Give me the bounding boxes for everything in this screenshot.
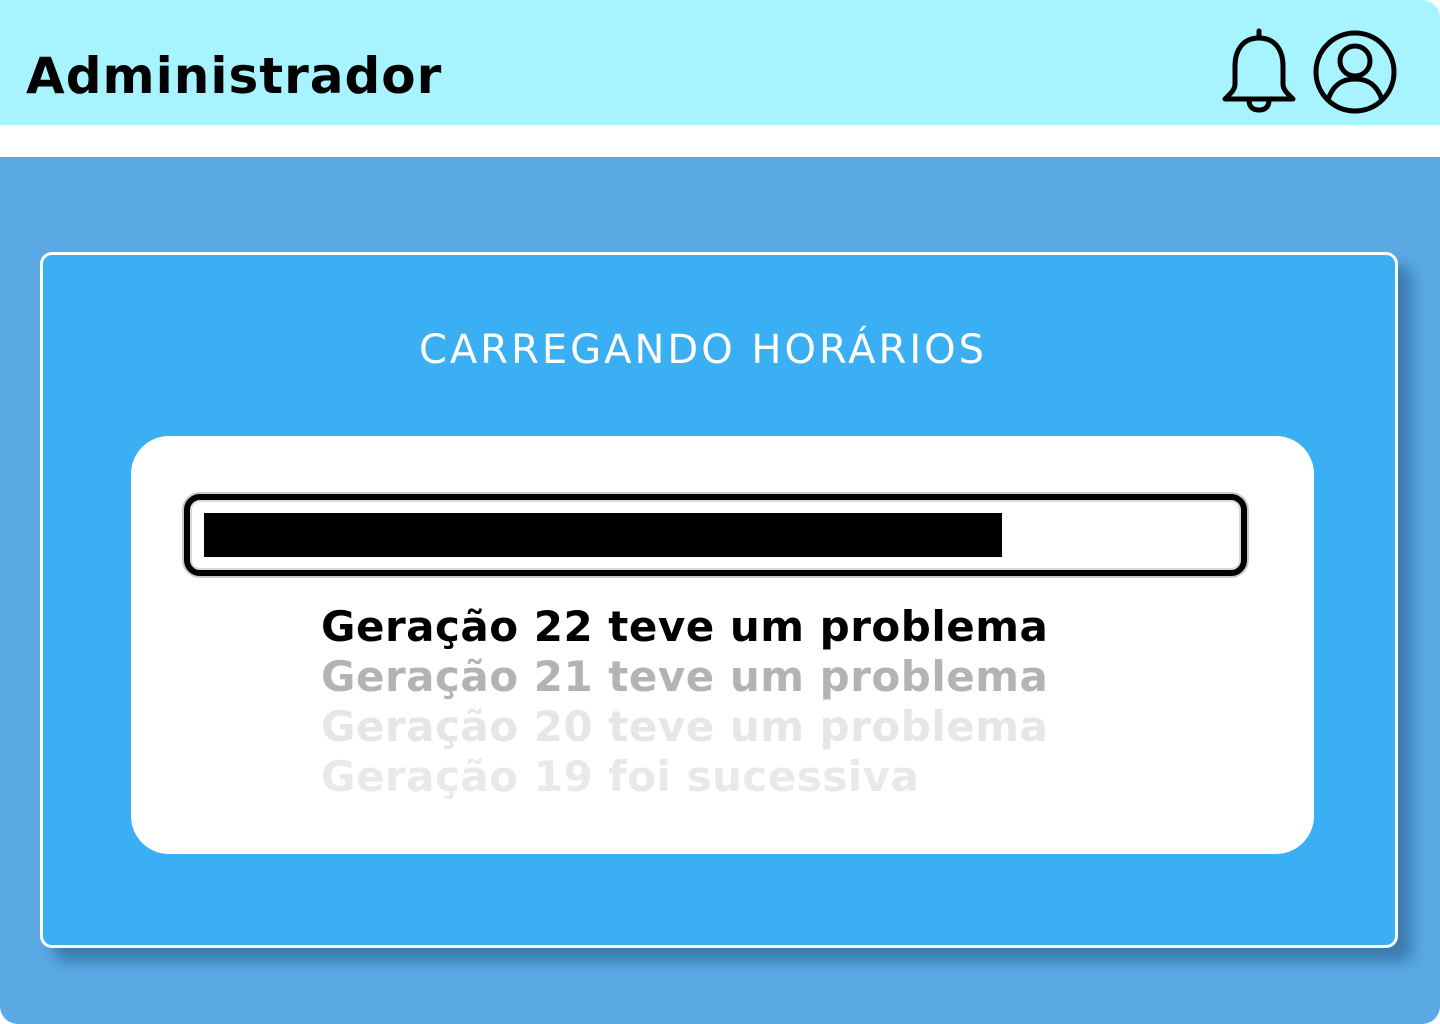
log-item: Geração 21 teve um problema xyxy=(321,652,1049,701)
loading-card: CARREGANDO HORÁRIOS Geração 22 teve um p… xyxy=(40,252,1398,948)
page-title: Administrador xyxy=(26,47,443,105)
loading-title: CARREGANDO HORÁRIOS xyxy=(419,327,987,373)
progress-bar xyxy=(184,494,1247,576)
top-bar: Administrador xyxy=(0,0,1440,125)
log-item: Geração 19 foi sucessiva xyxy=(321,752,920,801)
profile-button[interactable] xyxy=(1311,28,1399,116)
bell-icon xyxy=(1222,28,1296,113)
progress-bar-fill xyxy=(204,513,1002,557)
user-circle-icon xyxy=(1313,30,1397,114)
app-window: Administrador CARREGANDO HORÁRIOS Geraçã… xyxy=(0,0,1440,1024)
generation-log: Geração 22 teve um problema Geração 21 t… xyxy=(321,602,1221,802)
log-item: Geração 22 teve um problema xyxy=(321,602,1049,651)
log-item: Geração 20 teve um problema xyxy=(321,702,1049,751)
progress-panel: Geração 22 teve um problema Geração 21 t… xyxy=(131,436,1314,854)
notifications-button[interactable] xyxy=(1218,26,1300,114)
